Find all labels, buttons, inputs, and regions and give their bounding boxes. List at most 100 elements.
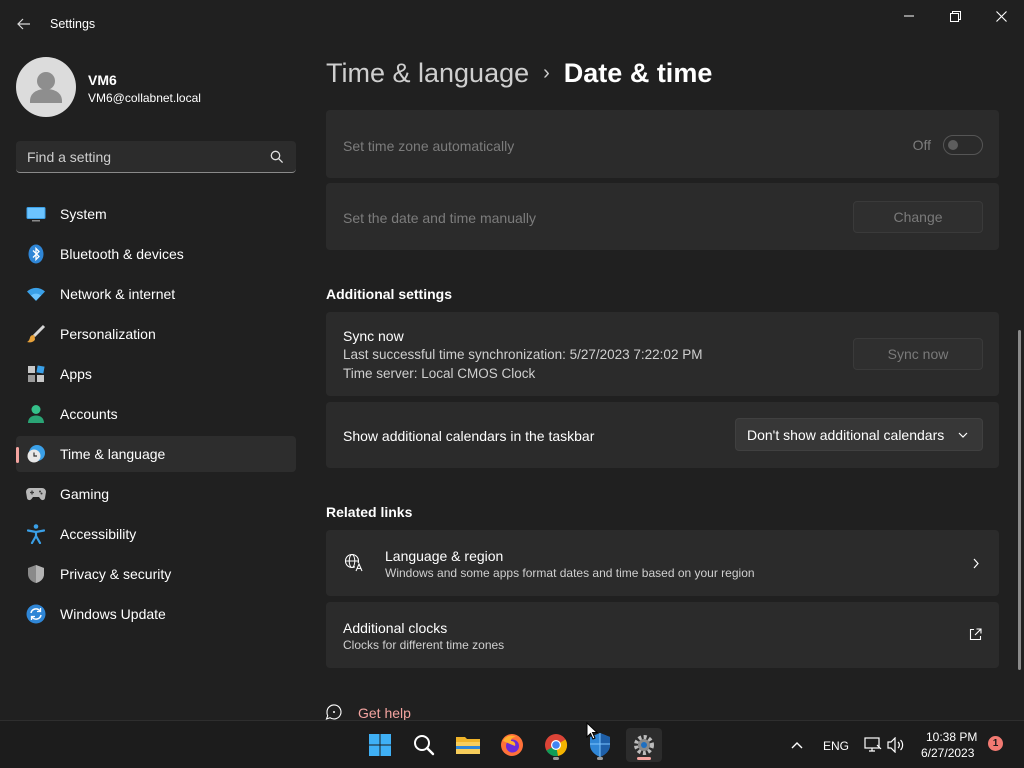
minimize-icon [904, 15, 914, 17]
restore-icon [949, 10, 961, 22]
sidebar-item-system[interactable]: System [16, 196, 296, 232]
apps-icon [26, 364, 46, 384]
sidebar-item-privacy[interactable]: Privacy & security [16, 556, 296, 592]
timezone-auto-card: Set time zone automatically Off [326, 110, 999, 178]
search-icon[interactable] [270, 150, 284, 164]
clock-time[interactable]: 10:38 PM [926, 730, 977, 744]
calendars-label: Show additional calendars in the taskbar [343, 428, 595, 444]
file-explorer-icon [456, 737, 480, 754]
sidebar-item-windows-update[interactable]: Windows Update [16, 596, 296, 632]
running-indicator [553, 757, 559, 760]
breadcrumb-parent[interactable]: Time & language [326, 58, 529, 88]
taskbar-search-button[interactable] [406, 728, 442, 762]
active-indicator [637, 757, 651, 760]
search-icon [414, 735, 435, 756]
chevron-up-icon[interactable] [791, 741, 803, 749]
network-icon[interactable] [864, 737, 882, 753]
timezone-auto-state: Off [912, 137, 931, 153]
sidebar-nav: System Bluetooth & devices Network & int… [16, 196, 296, 636]
chevron-right-icon [973, 558, 979, 569]
mouse-cursor-icon [586, 722, 598, 740]
minimize-button[interactable] [886, 0, 932, 32]
volume-icon[interactable] [887, 737, 905, 753]
app-title: Settings [50, 17, 96, 31]
taskbar: ENG 10:38 PM 6/27/2023 [0, 720, 1024, 768]
settings-button[interactable] [626, 728, 662, 762]
page-title: Date & time [563, 58, 713, 88]
clock-globe-icon [26, 444, 46, 464]
start-icon [369, 734, 391, 756]
chrome-button[interactable] [538, 728, 574, 762]
related-links-heading: Related links [326, 504, 413, 520]
time-server-text: Time server: Local CMOS Clock [343, 366, 536, 381]
restore-button[interactable] [932, 0, 978, 32]
calendars-dropdown[interactable]: Don't show additional calendars [735, 418, 983, 451]
search-input[interactable] [16, 141, 266, 172]
clock-date[interactable]: 6/27/2023 [921, 746, 974, 760]
last-sync-text: Last successful time synchronization: 5/… [343, 347, 703, 362]
additional-clocks-title: Additional clocks [343, 620, 448, 636]
person-icon [26, 404, 46, 424]
sidebar-item-time-language[interactable]: Time & language [16, 436, 296, 472]
toggle-knob [948, 140, 958, 150]
language-region-subtitle: Windows and some apps format dates and t… [385, 566, 755, 580]
sidebar-item-personalization[interactable]: Personalization [16, 316, 296, 352]
wifi-icon [26, 284, 46, 304]
bluetooth-icon [26, 244, 46, 264]
accessibility-icon [26, 524, 46, 544]
profile-email: VM6@collabnet.local [88, 91, 201, 105]
language-region-link[interactable]: Language & region Windows and some apps … [326, 530, 999, 596]
sidebar-item-network[interactable]: Network & internet [16, 276, 296, 312]
language-region-title: Language & region [385, 548, 504, 564]
manual-time-card: Set the date and time manually Change [326, 183, 999, 250]
timezone-auto-label: Set time zone automatically [343, 138, 515, 154]
brush-icon [26, 324, 46, 344]
notification-badge[interactable]: 1 [988, 736, 1003, 751]
close-button[interactable] [978, 0, 1024, 32]
firefox-button[interactable] [494, 728, 530, 762]
sync-card: Sync now Last successful time synchroniz… [326, 312, 999, 396]
firefox-icon [501, 734, 523, 756]
scrollbar[interactable] [1018, 330, 1021, 670]
sidebar-item-accounts[interactable]: Accounts [16, 396, 296, 432]
language-icon [344, 553, 365, 572]
person-avatar-icon [30, 72, 62, 103]
chrome-icon [545, 734, 568, 757]
sidebar-item-bluetooth[interactable]: Bluetooth & devices [16, 236, 296, 272]
additional-settings-heading: Additional settings [326, 286, 452, 302]
sidebar-item-accessibility[interactable]: Accessibility [16, 516, 296, 552]
calendars-dropdown-value: Don't show additional calendars [747, 427, 945, 443]
search-box[interactable] [16, 141, 296, 173]
timezone-auto-toggle[interactable] [943, 135, 983, 155]
sidebar-item-gaming[interactable]: Gaming [16, 476, 296, 512]
input-language[interactable]: ENG [823, 739, 849, 753]
shield-icon [26, 564, 46, 584]
sync-now-button[interactable]: Sync now [853, 338, 983, 370]
chevron-right-icon: › [543, 62, 550, 84]
sidebar-item-apps[interactable]: Apps [16, 356, 296, 392]
change-button[interactable]: Change [853, 201, 983, 233]
update-icon [26, 604, 46, 624]
help-icon [325, 704, 342, 720]
additional-clocks-link[interactable]: Additional clocks Clocks for different t… [326, 602, 999, 668]
additional-clocks-subtitle: Clocks for different time zones [343, 638, 505, 652]
manual-time-label: Set the date and time manually [343, 210, 537, 226]
breadcrumb: Time & language › Date & time [326, 58, 712, 89]
get-help-link[interactable]: Get help [358, 705, 411, 721]
avatar[interactable] [16, 57, 76, 117]
back-button[interactable] [10, 10, 38, 38]
start-button[interactable] [362, 728, 398, 762]
chevron-down-icon [958, 432, 968, 438]
title-bar: Settings [0, 0, 1024, 48]
running-indicator [597, 757, 603, 760]
sync-title: Sync now [343, 328, 404, 344]
profile-name: VM6 [88, 72, 117, 88]
system-icon [26, 204, 46, 224]
settings-icon [634, 735, 654, 755]
close-icon [995, 10, 1007, 22]
calendars-card: Show additional calendars in the taskbar… [326, 402, 999, 468]
external-link-icon [969, 628, 982, 641]
gamepad-icon [26, 484, 46, 504]
file-explorer-button[interactable] [450, 728, 486, 762]
back-arrow-icon [17, 18, 30, 30]
